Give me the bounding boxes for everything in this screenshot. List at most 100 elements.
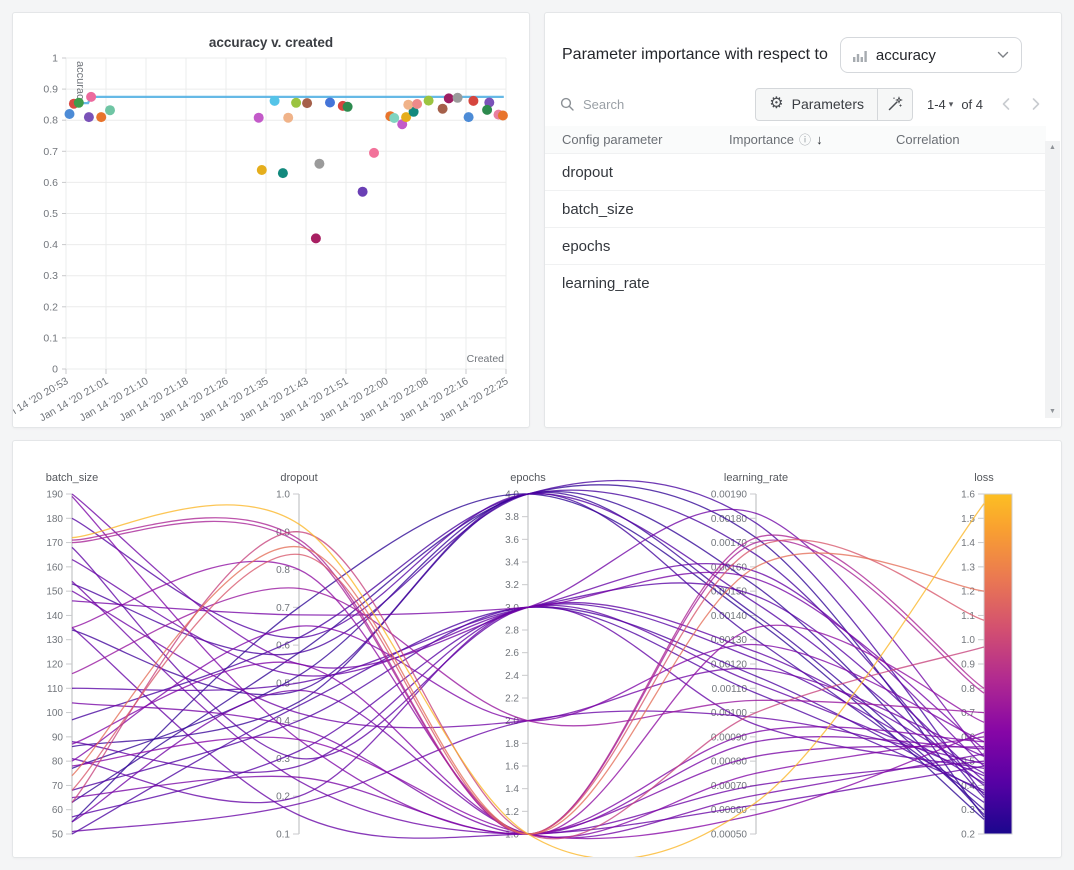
- svg-text:1: 1: [52, 53, 58, 65]
- parameters-button[interactable]: ⚙ Parameters: [755, 88, 878, 121]
- scatter-chart[interactable]: Jan 14 '20 20:53Jan 14 '20 21:01Jan 14 '…: [13, 13, 531, 429]
- sort-desc-icon[interactable]: ↓: [816, 132, 823, 147]
- scroll-down-icon[interactable]: ▼: [1049, 408, 1056, 415]
- svg-text:1.6: 1.6: [505, 762, 519, 773]
- svg-text:160: 160: [46, 562, 63, 573]
- importance-rows: dropout batch_sizeepochs learning_rate: [545, 153, 1046, 301]
- svg-text:0.00080: 0.00080: [711, 757, 748, 768]
- importance-title: Parameter importance with respect to: [562, 46, 828, 64]
- svg-text:1.8: 1.8: [505, 739, 519, 750]
- parallel-coordinates-panel: batch_size190180170160150140130120110100…: [12, 440, 1062, 858]
- table-row: learning_rate: [545, 264, 1046, 301]
- scroll-up-icon[interactable]: ▲: [1049, 144, 1056, 151]
- svg-text:1.2: 1.2: [505, 807, 519, 818]
- magic-wand-button[interactable]: [878, 88, 913, 121]
- svg-text:90: 90: [52, 732, 64, 743]
- svg-text:2.4: 2.4: [505, 671, 519, 682]
- toolbar-right: ⚙ Parameters 1-4 ▾ of 4: [755, 88, 1045, 121]
- svg-text:3.4: 3.4: [505, 558, 519, 569]
- svg-text:0.00170: 0.00170: [711, 538, 748, 549]
- svg-text:Jan 14 '20 21:26: Jan 14 '20 21:26: [158, 375, 231, 424]
- svg-text:1.3: 1.3: [961, 562, 975, 573]
- svg-text:100: 100: [46, 708, 63, 719]
- bar-chart-icon: [853, 48, 867, 62]
- scatter-panel: accuracy v. created Jan 14 '20 20:53Jan …: [12, 12, 530, 428]
- pagination-range: 1-4: [927, 97, 946, 112]
- svg-text:1.4: 1.4: [961, 538, 975, 549]
- col-importance: Importance ⓘ ↓: [729, 131, 896, 148]
- svg-text:Jan 14 '20 21:43: Jan 14 '20 21:43: [238, 375, 311, 424]
- svg-text:50: 50: [52, 830, 64, 841]
- svg-text:0.1: 0.1: [43, 332, 58, 344]
- search-box: [560, 96, 720, 113]
- metric-select-value: accuracy: [876, 47, 936, 64]
- svg-text:Jan 14 '20 22:25: Jan 14 '20 22:25: [438, 375, 511, 424]
- config-parameter-name: batch_size: [562, 201, 729, 218]
- svg-text:0.00190: 0.00190: [711, 490, 748, 501]
- importance-panel: Parameter importance with respect to acc…: [544, 12, 1062, 428]
- svg-text:110: 110: [47, 684, 63, 695]
- svg-text:140: 140: [46, 611, 63, 622]
- svg-text:Jan 14 '20 21:01: Jan 14 '20 21:01: [38, 375, 111, 424]
- svg-text:Jan 14 '20 21:10: Jan 14 '20 21:10: [78, 375, 151, 424]
- table-row: batch_size: [545, 190, 1046, 227]
- svg-text:0.8: 0.8: [961, 684, 975, 695]
- svg-text:Jan 14 '20 21:35: Jan 14 '20 21:35: [198, 375, 271, 424]
- svg-text:3.2: 3.2: [505, 580, 519, 591]
- chevron-right-icon[interactable]: [1031, 97, 1041, 111]
- search-icon: [560, 97, 574, 111]
- gear-icon: ⚙: [769, 96, 783, 112]
- svg-text:0.2: 0.2: [961, 830, 975, 841]
- svg-text:0.7: 0.7: [43, 146, 58, 158]
- scatter-chart-title: accuracy v. created: [13, 35, 529, 50]
- svg-text:loss: loss: [974, 472, 994, 484]
- svg-text:0.2: 0.2: [43, 301, 58, 313]
- svg-text:0.00110: 0.00110: [712, 684, 748, 695]
- chevron-left-icon[interactable]: [1001, 97, 1011, 111]
- svg-text:2.8: 2.8: [505, 626, 519, 637]
- svg-text:2.2: 2.2: [505, 694, 519, 705]
- table-row: dropout: [545, 153, 1046, 190]
- importance-toolbar: ⚙ Parameters 1-4 ▾ of 4: [560, 87, 1045, 121]
- svg-text:170: 170: [46, 538, 63, 549]
- svg-text:0.7: 0.7: [276, 603, 290, 614]
- svg-text:80: 80: [52, 757, 64, 768]
- svg-text:learning_rate: learning_rate: [724, 472, 788, 484]
- svg-text:1.0: 1.0: [276, 490, 290, 501]
- svg-text:0.3: 0.3: [961, 805, 975, 816]
- pagination-range-dropdown[interactable]: 1-4 ▾ of 4: [927, 97, 983, 112]
- svg-text:1.6: 1.6: [961, 490, 975, 501]
- svg-text:Jan 14 '20 21:18: Jan 14 '20 21:18: [118, 375, 191, 424]
- svg-text:0: 0: [52, 364, 58, 376]
- info-icon[interactable]: ⓘ: [799, 131, 811, 148]
- pagination-total: of 4: [961, 97, 983, 112]
- svg-text:batch_size: batch_size: [46, 472, 99, 484]
- config-parameter-name: epochs: [562, 238, 729, 255]
- svg-text:0.9: 0.9: [43, 84, 58, 96]
- search-input[interactable]: [581, 96, 701, 113]
- dashboard: accuracy v. created Jan 14 '20 20:53Jan …: [0, 0, 1074, 870]
- importance-table-header: Config parameter Importance ⓘ ↓ Correlat…: [545, 126, 1046, 153]
- table-scrollbar[interactable]: ▲ ▼: [1045, 141, 1060, 418]
- svg-text:3.6: 3.6: [505, 535, 519, 546]
- caret-down-icon: ▾: [949, 99, 954, 110]
- svg-text:0.00140: 0.00140: [711, 611, 748, 622]
- svg-text:Jan 14 '20 22:16: Jan 14 '20 22:16: [398, 375, 471, 424]
- svg-text:Jan 14 '20 21:51: Jan 14 '20 21:51: [278, 375, 351, 424]
- metric-select[interactable]: accuracy: [840, 37, 1022, 73]
- svg-text:1.0: 1.0: [961, 635, 975, 646]
- parameters-button-label: Parameters: [792, 96, 864, 112]
- svg-text:1.4: 1.4: [505, 784, 519, 795]
- svg-text:130: 130: [46, 635, 63, 646]
- parallel-coordinates-chart[interactable]: batch_size190180170160150140130120110100…: [13, 441, 1061, 857]
- svg-text:60: 60: [52, 805, 64, 816]
- svg-text:epochs: epochs: [510, 472, 546, 484]
- svg-text:2.6: 2.6: [505, 648, 519, 659]
- col-config-parameter: Config parameter: [562, 132, 729, 147]
- svg-text:3.8: 3.8: [505, 512, 519, 523]
- svg-text:0.8: 0.8: [43, 115, 58, 127]
- svg-text:0.5: 0.5: [43, 208, 58, 220]
- svg-text:180: 180: [46, 514, 63, 525]
- importance-table: Config parameter Importance ⓘ ↓ Correlat…: [545, 126, 1046, 301]
- svg-text:0.3: 0.3: [43, 270, 58, 282]
